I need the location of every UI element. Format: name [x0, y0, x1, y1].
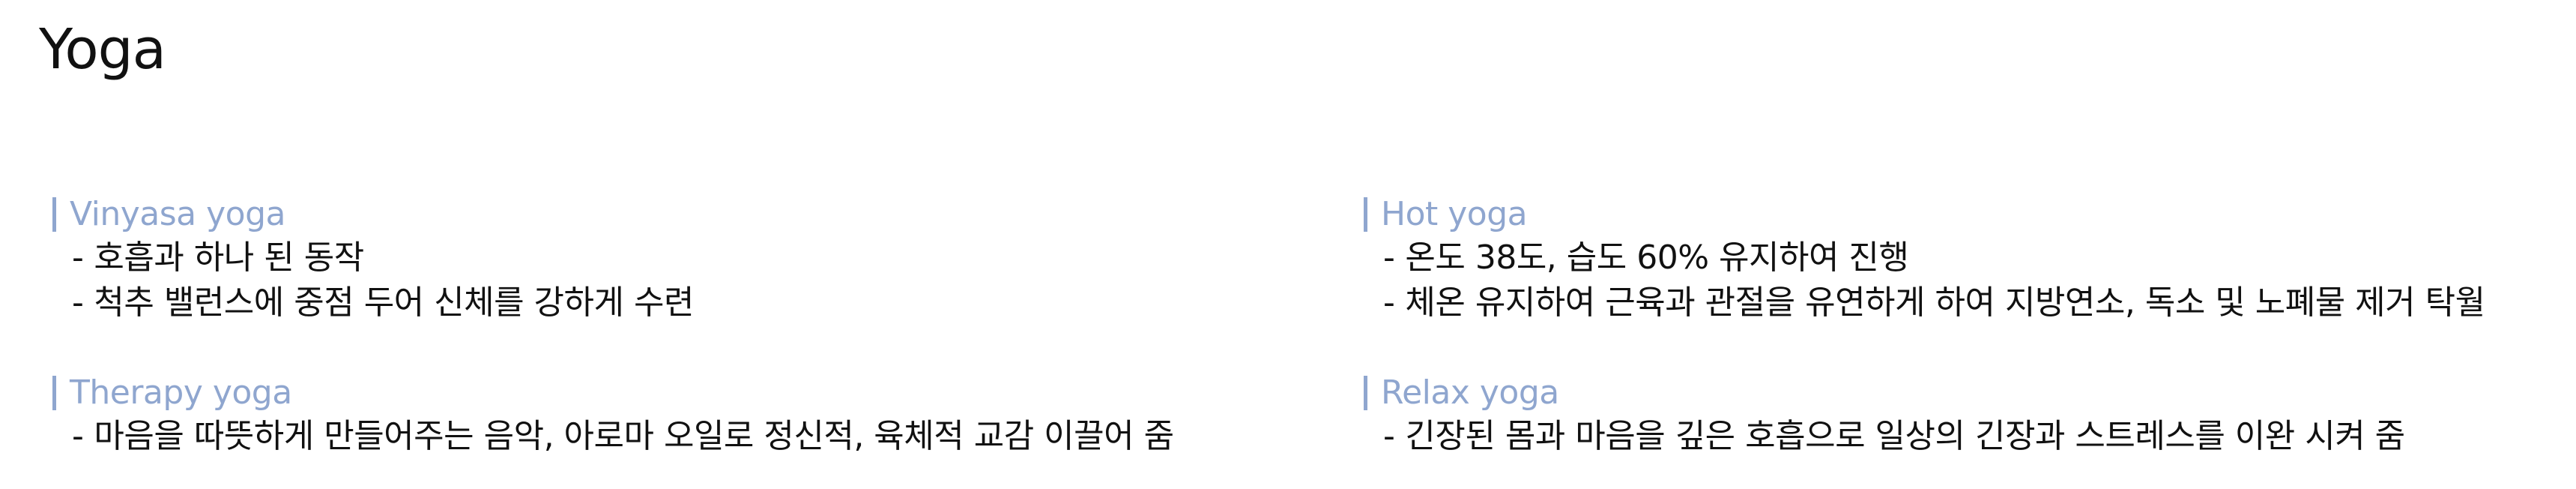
bullet-dash: - — [72, 238, 84, 277]
section-vinyasa-yoga: Vinyasa yoga - 호흡과 하나 된 동작 - 척추 밸런스에 중점 두어… — [52, 194, 694, 326]
list-item-text: 체온 유지하여 근육과 관절을 유연하게 하여 지방연소, 독소 및 노폐물 제… — [1405, 284, 2485, 322]
list-item-text: 온도 38도, 습도 60% 유지하여 진행 — [1405, 238, 1909, 277]
section-lines: - 온도 38도, 습도 60% 유지하여 진행 - 체온 유지하여 근육과 관절을… — [1364, 236, 2485, 326]
section-hot-yoga: Hot yoga - 온도 38도, 습도 60% 유지하여 진행 - 체온 유지하… — [1364, 194, 2485, 326]
section-heading: Hot yoga — [1364, 194, 2485, 236]
list-item: - 온도 38도, 습도 60% 유지하여 진행 — [1364, 236, 2485, 280]
list-item-text: 호흡과 하나 된 동작 — [94, 238, 364, 277]
section-heading-text: Vinyasa yoga — [70, 195, 285, 233]
page-title: Yoga — [39, 17, 166, 82]
section-lines: - 호흡과 하나 된 동작 - 척추 밸런스에 중점 두어 신체를 강하게 수련 — [52, 236, 694, 326]
section-heading-text: Therapy yoga — [70, 374, 292, 412]
bullet-dash: - — [1383, 284, 1395, 322]
section-heading-text: Relax yoga — [1381, 374, 1559, 412]
heading-bar-divider — [52, 197, 56, 232]
bullet-dash: - — [72, 284, 84, 322]
bullet-dash: - — [72, 417, 84, 455]
bullet-dash: - — [1383, 417, 1395, 455]
heading-bar-divider — [1364, 376, 1367, 410]
list-item-text: 척추 밸런스에 중점 두어 신체를 강하게 수련 — [94, 284, 694, 322]
heading-bar-divider — [1364, 197, 1367, 232]
section-lines: - 마음을 따뜻하게 만들어주는 음악, 아로마 오일로 정신적, 육체적 교감 … — [52, 414, 1174, 459]
list-item-text: 긴장된 몸과 마음을 깊은 호흡으로 일상의 긴장과 스트레스를 이완 시켜 줌 — [1405, 417, 2405, 455]
list-item-text: 마음을 따뜻하게 만들어주는 음악, 아로마 오일로 정신적, 육체적 교감 이… — [94, 417, 1174, 455]
list-item: - 체온 유지하여 근육과 관절을 유연하게 하여 지방연소, 독소 및 노폐물 … — [1364, 280, 2485, 326]
section-relax-yoga: Relax yoga - 긴장된 몸과 마음을 깊은 호흡으로 일상의 긴장과 스… — [1364, 372, 2405, 459]
list-item: - 호흡과 하나 된 동작 — [52, 236, 694, 280]
bullet-dash: - — [1383, 238, 1395, 277]
section-heading: Vinyasa yoga — [52, 194, 694, 236]
section-therapy-yoga: Therapy yoga - 마음을 따뜻하게 만들어주는 음악, 아로마 오일로… — [52, 372, 1174, 459]
section-lines: - 긴장된 몸과 마음을 깊은 호흡으로 일상의 긴장과 스트레스를 이완 시켜 … — [1364, 414, 2405, 459]
list-item: - 마음을 따뜻하게 만들어주는 음악, 아로마 오일로 정신적, 육체적 교감 … — [52, 414, 1174, 459]
section-heading-text: Hot yoga — [1381, 195, 1528, 233]
heading-bar-divider — [52, 376, 56, 410]
list-item: - 척추 밸런스에 중점 두어 신체를 강하게 수련 — [52, 280, 694, 326]
list-item: - 긴장된 몸과 마음을 깊은 호흡으로 일상의 긴장과 스트레스를 이완 시켜 … — [1364, 414, 2405, 459]
section-heading: Therapy yoga — [52, 372, 1174, 414]
section-heading: Relax yoga — [1364, 372, 2405, 414]
